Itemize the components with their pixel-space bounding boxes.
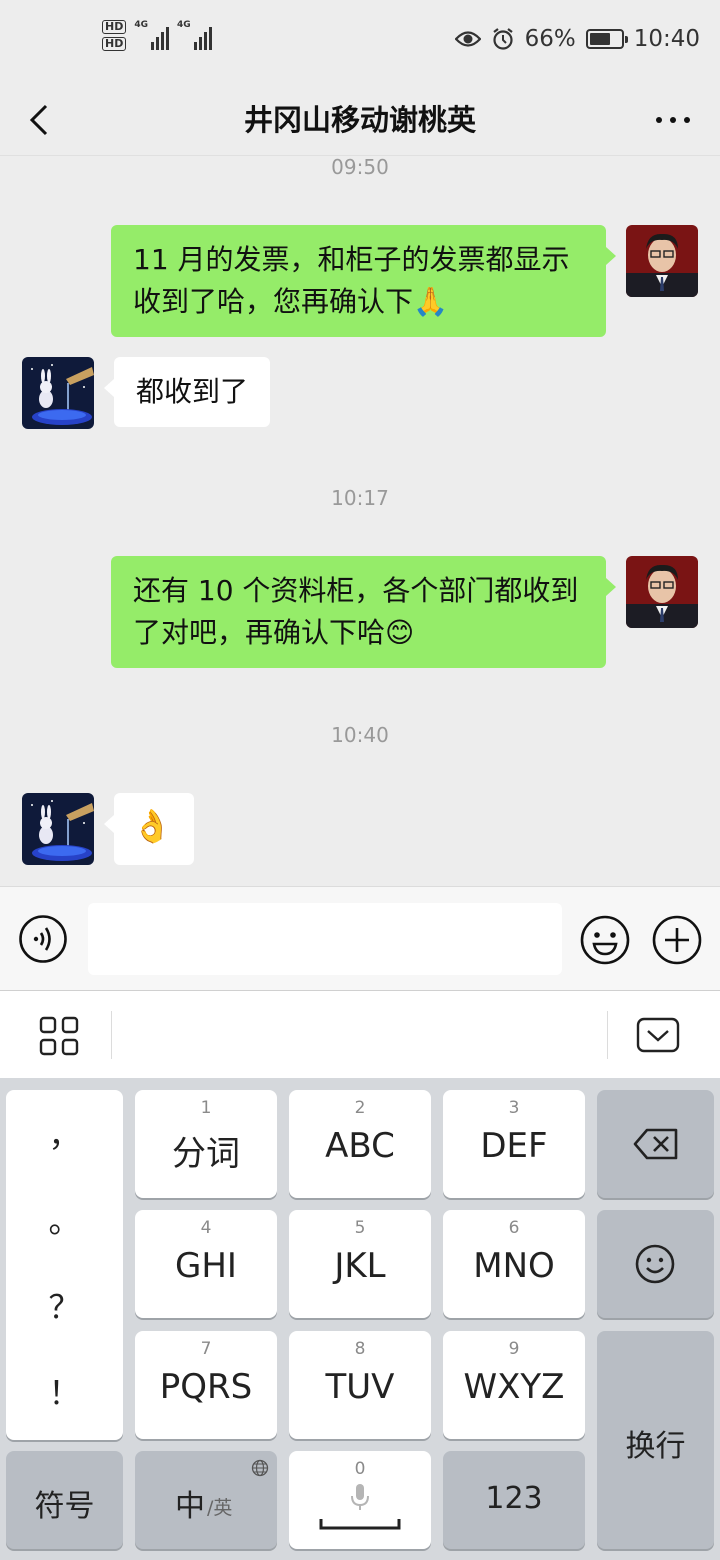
enter-key[interactable]: 换行 [597,1331,714,1549]
key-9-wxyz[interactable]: 9 WXYZ [443,1331,585,1439]
collapse-keyboard-button[interactable] [636,1017,680,1053]
t9-keyboard: ， 。 ？ ！ 1 分词 2 ABC 3 DEF 4 GHI 5 JKL 6 M… [0,1078,720,1560]
more-button[interactable] [648,96,698,144]
key-label: WXYZ [463,1367,565,1407]
network-type-1: 4G [134,20,148,30]
key-number: 2 [354,1098,366,1118]
punct-key-exclaim[interactable]: ！ [6,1368,123,1414]
message-timestamp: 10:17 [331,486,389,510]
key-label: DEF [480,1126,548,1166]
punctuation-column[interactable]: ， 。 ？ ！ [6,1090,123,1440]
voice-button[interactable] [19,915,67,963]
toolbar-divider [607,1011,608,1059]
battery-icon [585,29,628,49]
voice-icon [19,915,67,963]
keyboard-menu-button[interactable] [38,1015,80,1057]
hd-badge-1: HD [102,20,127,34]
space-key[interactable]: 0 [289,1451,431,1549]
message-timestamp: 09:50 [331,155,389,179]
language-switch-key[interactable]: 中 /英 [135,1451,277,1549]
key-number: 7 [200,1339,212,1359]
more-icon-dot [670,117,676,123]
key-2-abc[interactable]: 2 ABC [289,1090,431,1198]
sent-message-bubble[interactable]: 11 月的发票，和柜子的发票都显示收到了哈，您再确认下🙏 [111,225,616,337]
key-label: JKL [334,1246,386,1286]
status-bar: HD HD 4G 4G 66% 10:40 [0,0,720,84]
punct-key-comma[interactable]: ， [6,1110,123,1156]
key-number: 5 [354,1218,366,1238]
keyboard-collapse-icon [636,1017,680,1053]
sent-message-bubble[interactable]: 还有 10 个资料柜，各个部门都收到了对吧，再确认下哈😊 [111,556,616,668]
key-number: 6 [508,1218,520,1238]
key-3-def[interactable]: 3 DEF [443,1090,585,1198]
key-label: ABC [325,1126,395,1166]
battery-level [589,33,610,45]
backspace-key[interactable] [597,1090,714,1198]
eye-icon [454,31,481,47]
emoji-key[interactable] [597,1210,714,1318]
alarm-icon [492,28,513,50]
key-number: 8 [354,1339,366,1359]
emoji-button[interactable] [580,915,630,965]
key-number: 9 [508,1339,520,1359]
more-functions-button[interactable] [652,915,702,965]
backspace-icon [633,1128,678,1160]
received-message-bubble[interactable]: 👌 [104,793,194,865]
contact-avatar[interactable] [22,357,94,429]
key-label: 分词 [172,1134,240,1174]
lang-alt-label: /英 [207,1497,233,1519]
clock: 10:40 [633,26,700,52]
signal-icon-2: 4G [177,20,212,50]
my-avatar[interactable] [626,556,698,628]
message-input[interactable] [88,903,562,975]
network-indicators: HD HD 4G 4G [102,20,212,51]
key-7-pqrs[interactable]: 7 PQRS [135,1331,277,1439]
more-icon-dot [684,117,690,123]
key-5-jkl[interactable]: 5 JKL [289,1210,431,1318]
lang-main-label: 中 [175,1489,205,1524]
space-bar-icon [319,1519,401,1530]
hd-badge-2: HD [102,37,127,51]
key-number: 0 [354,1459,366,1479]
key-label: MNO [473,1246,555,1286]
globe-icon [251,1459,269,1477]
key-label: GHI [175,1246,237,1286]
toolbar-divider [111,1011,112,1059]
numbers-key-label: 123 [485,1481,543,1516]
contact-avatar[interactable] [22,793,94,865]
key-number: 4 [200,1218,212,1238]
punct-key-question[interactable]: ？ [6,1282,123,1328]
key-6-mno[interactable]: 6 MNO [443,1210,585,1318]
keyboard-toolbar [0,990,720,1078]
received-message-bubble[interactable]: 都收到了 [103,357,271,427]
chat-header: 井冈山移动谢桃英 [0,84,720,156]
numbers-key[interactable]: 123 [443,1451,585,1549]
signal-icon-1: 4G [134,20,169,50]
message-timestamp: 10:40 [331,723,389,747]
smiley-icon [635,1244,675,1284]
input-bar [0,886,720,990]
key-label: PQRS [159,1367,253,1407]
key-label: TUV [325,1367,395,1407]
enter-key-label: 换行 [625,1429,686,1464]
microphone-icon [351,1484,369,1510]
symbols-key-label: 符号 [34,1489,95,1524]
my-avatar[interactable] [626,225,698,297]
key-number: 3 [508,1098,520,1118]
emoji-icon [580,915,630,965]
plus-icon [652,915,702,965]
key-number: 1 [200,1098,212,1118]
key-8-tuv[interactable]: 8 TUV [289,1331,431,1439]
key-4-ghi[interactable]: 4 GHI [135,1210,277,1318]
punct-key-period[interactable]: 。 [6,1196,123,1242]
key-1-fenci[interactable]: 1 分词 [135,1090,277,1198]
battery-percent: 66% [524,26,576,52]
network-type-2: 4G [177,20,191,30]
more-icon-dot [656,117,662,123]
chat-title: 井冈山移动谢桃英 [243,103,476,137]
symbols-key[interactable]: 符号 [6,1451,123,1549]
grid-icon [39,1016,79,1056]
